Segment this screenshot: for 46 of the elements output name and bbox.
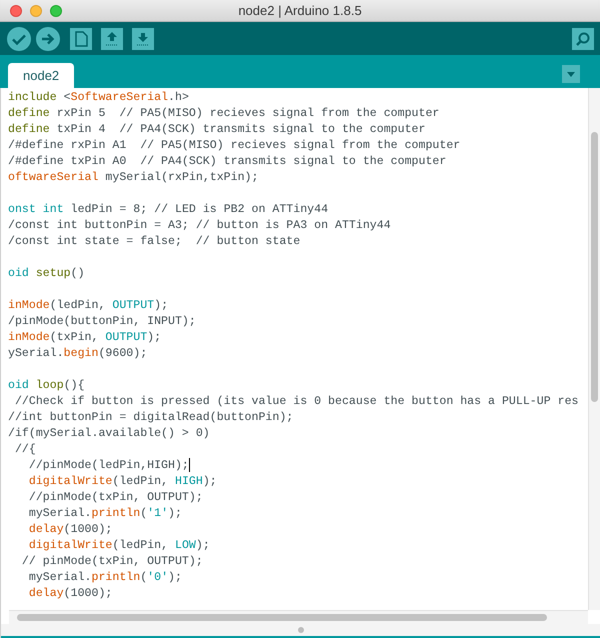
code-line: inMode(ledPin, OUTPUT); [8,299,168,312]
code-line: // pinMode(txPin, OUTPUT); [20,555,203,568]
code-line: digitalWrite(ledPin, HIGH); [28,475,217,488]
code-line: delay(1000); [28,587,112,600]
code-line: /const int state = false; // button state [8,235,300,248]
serial-monitor-button[interactable] [572,28,594,50]
code-line: //int buttonPin = digitalRead(buttonPin); [8,411,294,424]
code-line: include <SoftwareSerial.h> [8,91,189,104]
code-line: //Check if button is pressed (its value is 0 because the button has a PULL-UP res [14,395,579,408]
code-line: /pinMode(buttonPin, INPUT); [8,315,196,328]
verify-button[interactable] [6,26,32,52]
code-line: /if(mySerial.available() > 0) [8,427,210,440]
upload-button[interactable] [35,26,61,52]
code-line: ySerial.begin(9600); [8,347,148,360]
code-line: /#define rxPin A1 // PA5(MISO) recieves signal from the computer [8,139,460,152]
code-line: //pinMode(txPin, OUTPUT); [28,491,203,504]
resize-handle[interactable] [298,627,304,633]
code-line: //{ [14,443,36,456]
vertical-scrollbar[interactable] [588,88,600,610]
code-line: mySerial.println('1'); [28,507,182,520]
code-line: oid loop(){ [8,379,85,392]
code-editor[interactable] [0,88,600,638]
code-line: /const int buttonPin = A3; // button is PA3 on ATTiny44 [8,219,391,232]
code-line: onst int ledPin = 8; // LED is PB2 on ATTiny44 [8,203,328,216]
open-button[interactable] [101,28,123,50]
scrollbar-thumb[interactable] [17,614,547,621]
horizontal-scrollbar[interactable] [9,610,588,624]
new-file-button[interactable] [70,28,92,50]
tab-menu-button[interactable] [562,65,580,83]
code-line: mySerial.println('0'); [28,571,182,584]
code-line: define txPin 4 // PA4(SCK) transmits signal to the computer [8,123,426,136]
code-line: oid setup() [8,267,85,280]
code-line: inMode(txPin, OUTPUT); [8,331,162,344]
minimize-button[interactable] [30,5,42,17]
zoom-button[interactable] [50,5,62,17]
code-line: define rxPin 5 // PA5(MISO) recieves signal from the computer [8,107,440,120]
code-line: digitalWrite(ledPin, LOW); [28,539,210,552]
code-line: /#define txPin A0 // PA4(SCK) transmits signal to the computer [8,155,446,168]
code-line: //pinMode(ledPin,HIGH); [28,459,189,472]
editor-tab[interactable]: node2 [8,63,74,88]
code-line: delay(1000); [28,523,112,536]
save-button[interactable] [132,28,154,50]
code-line: oftwareSerial mySerial(rxPin,txPin); [8,171,258,184]
window-title: node2 | Arduino 1.8.5 [238,2,362,20]
scrollbar-thumb[interactable] [591,132,598,402]
close-button[interactable] [10,5,22,17]
